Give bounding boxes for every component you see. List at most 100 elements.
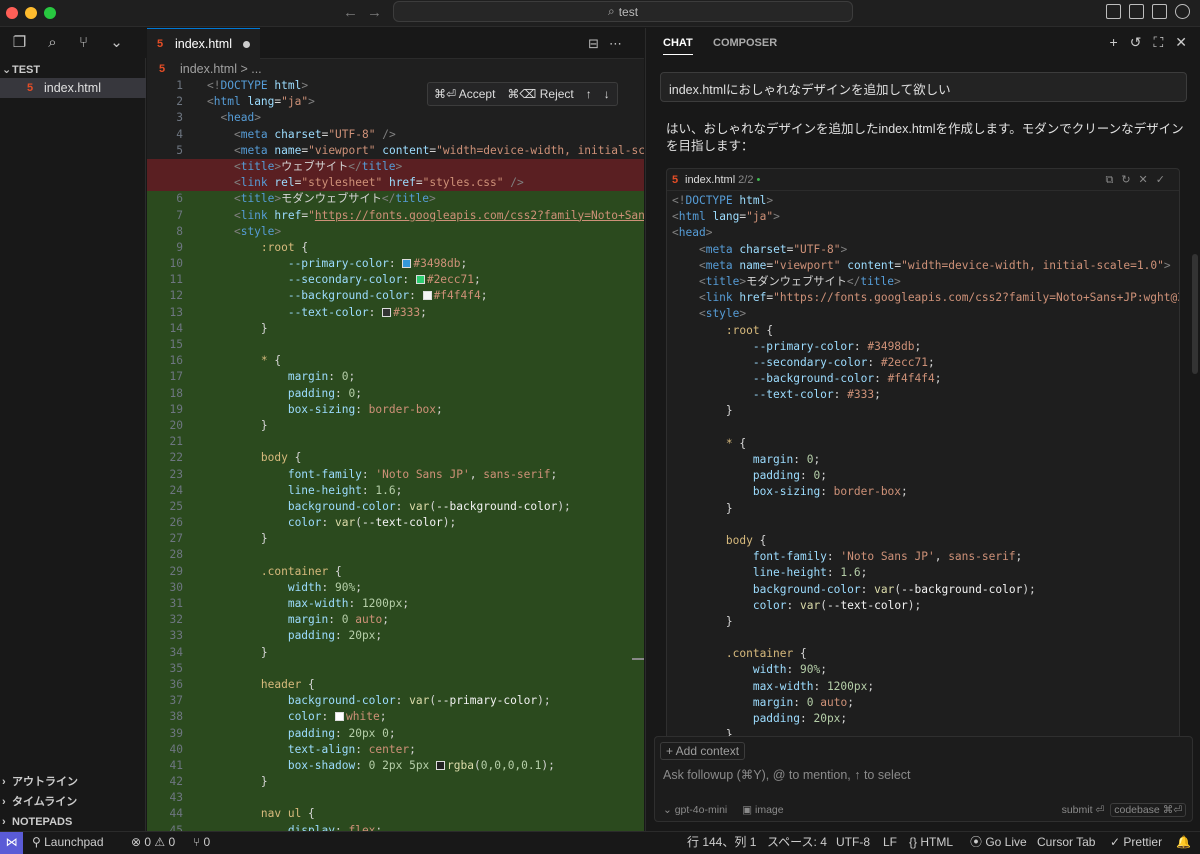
added-code-line[interactable]: header { (205, 676, 644, 694)
added-code-line[interactable]: text-align: center; (205, 741, 644, 758)
added-code-line[interactable]: display: flex; (205, 822, 644, 831)
added-code-line[interactable]: line-height: 1.6; (205, 482, 644, 499)
added-code-line[interactable]: <title>モダンウェブサイト</title> (205, 191, 644, 208)
next-change-button[interactable]: ↓ (598, 87, 616, 101)
command-center-search[interactable]: ⌕ test (393, 1, 853, 22)
maximize-icon[interactable]: ⛶ (1153, 34, 1163, 51)
added-code-line[interactable]: color: white; (205, 709, 644, 726)
added-code-line[interactable] (205, 660, 644, 677)
search-icon[interactable]: ⌕ (44, 34, 61, 51)
added-code-line[interactable]: box-shadow: 0 2px 5px rgba(0,0,0,0.1); (205, 757, 644, 775)
encoding[interactable]: UTF-8 (836, 832, 870, 853)
toggle-panel-icon[interactable] (1129, 4, 1144, 19)
remote-indicator-icon[interactable]: ⋈ (0, 832, 23, 854)
added-code-line[interactable] (205, 790, 644, 807)
add-context-button[interactable]: + Add context (660, 742, 746, 760)
codebase-button[interactable]: codebase ⌘⏎ (1110, 803, 1186, 817)
code-line[interactable]: <meta name="viewport" content="width=dev… (205, 143, 644, 159)
reject-button[interactable]: ⌘⌫ Reject (501, 87, 579, 101)
added-code-line[interactable]: margin: 0 auto; (205, 612, 644, 629)
image-button[interactable]: ▣ image (742, 804, 783, 816)
accept-button[interactable]: ⌘⏎ Accept (428, 87, 501, 101)
model-selector[interactable]: ⌄ gpt-4o-mini (663, 804, 727, 816)
history-icon[interactable]: ↺ (1130, 34, 1142, 51)
settings-gear-icon[interactable] (1175, 4, 1190, 19)
added-code-line[interactable]: padding: 0; (205, 385, 644, 402)
added-code-line[interactable]: <link href="https://fonts.googleapis.com… (205, 207, 644, 224)
editor-actions[interactable]: ⊟⋯ (588, 36, 632, 52)
notifications-bell-icon[interactable]: 🔔 (1176, 832, 1191, 853)
followup-input[interactable]: Ask followup (⌘Y), @ to mention, ↑ to se… (663, 767, 911, 782)
indentation[interactable]: スペース: 4 (767, 832, 827, 853)
section-notepads[interactable]: › NOTEPADS (0, 812, 146, 832)
language-mode[interactable]: {} HTML (909, 832, 953, 853)
added-code-line[interactable]: } (205, 644, 644, 661)
prettier-item[interactable]: ✓ Prettier (1110, 832, 1162, 853)
added-code-line[interactable]: background-color: var(--primary-color); (205, 693, 644, 710)
added-code-line[interactable] (205, 434, 644, 451)
added-code-line[interactable]: --secondary-color: #2ecc71; (205, 272, 644, 289)
code-line[interactable]: <meta charset="UTF-8" /> (205, 127, 644, 143)
chevron-down-icon[interactable]: ⌄ (108, 34, 125, 51)
added-code-line[interactable]: margin: 0; (205, 369, 644, 386)
section-outline[interactable]: › アウトライン (0, 772, 146, 792)
added-code-line[interactable]: .container { (205, 563, 644, 580)
added-code-line[interactable]: --primary-color: #3498db; (205, 256, 644, 273)
workspace-folder-header[interactable]: ⌄ TEST (0, 61, 146, 79)
added-code-line[interactable]: * { (205, 353, 644, 370)
previous-change-button[interactable]: ↑ (580, 87, 598, 101)
added-code-line[interactable]: nav ul { (205, 806, 644, 823)
breadcrumb[interactable]: 5 index.html > ... (147, 59, 644, 79)
removed-code-line[interactable]: <title>ウェブサイト</title> (205, 158, 644, 176)
code-area[interactable]: <!DOCTYPE html> <html lang="ja"> <head> <… (205, 78, 644, 831)
toggle-sidebar-icon[interactable] (1106, 4, 1121, 19)
added-code-line[interactable]: --text-color: #333; (205, 304, 644, 321)
back-arrow-icon[interactable]: ← (343, 4, 358, 21)
cursor-position[interactable]: 行 144、列 1 (687, 832, 756, 853)
unsaved-dot-icon[interactable] (243, 41, 250, 48)
cursor-tab-item[interactable]: Cursor Tab (1037, 832, 1095, 853)
added-code-line[interactable]: } (205, 531, 644, 548)
tab-chat[interactable]: CHAT (663, 37, 693, 55)
added-code-line[interactable] (205, 547, 644, 564)
added-code-line[interactable]: } (205, 417, 644, 435)
added-code-line[interactable]: :root { (205, 239, 644, 257)
added-code-line[interactable]: font-family: 'Noto Sans JP', sans-serif; (205, 466, 644, 483)
minimize-window-button[interactable] (25, 7, 37, 19)
close-window-button[interactable] (6, 7, 18, 19)
added-code-line[interactable] (205, 337, 644, 354)
removed-code-line[interactable]: <link rel="stylesheet" href="styles.css"… (205, 175, 644, 192)
launchpad-item[interactable]: ⚲ Launchpad (32, 832, 104, 853)
code-line[interactable]: <head> (205, 110, 644, 126)
problems-item[interactable]: ⊗ 0 ⚠ 0 (131, 832, 175, 853)
added-code-line[interactable]: width: 90%; (205, 579, 644, 596)
added-code-line[interactable]: padding: 20px 0; (205, 725, 644, 742)
line-ending[interactable]: LF (883, 832, 897, 853)
added-code-line[interactable]: --background-color: #f4f4f4; (205, 288, 644, 305)
added-code-line[interactable]: max-width: 1200px; (205, 596, 644, 613)
added-code-line[interactable]: <style> (205, 223, 644, 240)
file-item-index-html[interactable]: 5 index.html (0, 78, 146, 98)
close-icon[interactable]: ✕ (1175, 34, 1187, 51)
tab-composer[interactable]: COMPOSER (713, 37, 777, 49)
toggle-secondary-sidebar-icon[interactable] (1152, 4, 1167, 19)
added-code-line[interactable]: } (205, 320, 644, 337)
go-live-button[interactable]: ⦿ Go Live (970, 832, 1027, 853)
maximize-window-button[interactable] (44, 7, 56, 19)
code-block-actions[interactable]: ⧉↻✕✓ (1105, 169, 1173, 191)
added-code-line[interactable]: padding: 20px; (205, 628, 644, 645)
files-icon[interactable]: ❐ (11, 34, 28, 51)
added-code-line[interactable]: body { (205, 450, 644, 467)
section-timeline[interactable]: › タイムライン (0, 792, 146, 812)
added-code-line[interactable]: color: var(--text-color); (205, 515, 644, 532)
added-code-line[interactable]: background-color: var(--background-color… (205, 498, 644, 516)
ports-item[interactable]: ⑂ 0 (193, 832, 210, 853)
chat-scrollbar[interactable] (1192, 254, 1198, 374)
added-code-line[interactable]: box-sizing: border-box; (205, 401, 644, 418)
new-chat-icon[interactable]: + (1110, 34, 1118, 51)
added-code-line[interactable]: } (205, 774, 644, 791)
source-control-icon[interactable]: ⑂ (75, 34, 92, 51)
tab-index-html[interactable]: 5 index.html (147, 28, 260, 59)
forward-arrow-icon[interactable]: → (367, 4, 382, 21)
submit-button[interactable]: submit ⏎ (1062, 804, 1105, 816)
